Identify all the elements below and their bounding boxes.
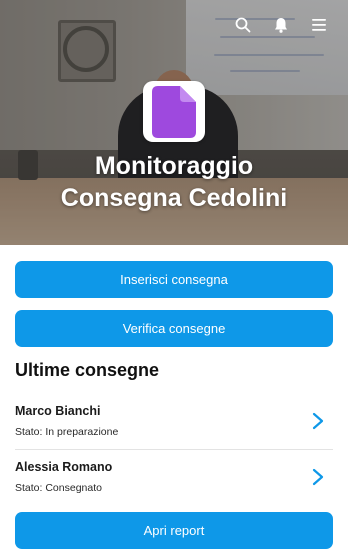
chevron-right-icon: [312, 412, 324, 430]
list-item-status: Stato: Consegnato: [15, 482, 102, 494]
app-logo: [143, 81, 205, 142]
list-item-name: Alessia Romano: [15, 460, 113, 474]
hero-banner: Monitoraggio Consegna Cedolini: [0, 0, 348, 245]
page-title-line1: Monitoraggio: [94, 152, 254, 180]
insert-delivery-button[interactable]: Inserisci consegna: [15, 261, 333, 298]
bell-icon[interactable]: [270, 14, 292, 36]
page-title-line2: Consegna Cedolini: [60, 184, 288, 212]
list-item[interactable]: Marco Bianchi Stato: In preparazione: [15, 400, 333, 452]
document-icon: [152, 85, 196, 138]
list-item-name: Marco Bianchi: [15, 404, 101, 418]
chevron-right-icon: [312, 468, 324, 486]
list-item[interactable]: Alessia Romano Stato: Consegnato: [15, 456, 333, 508]
menu-icon[interactable]: [308, 14, 330, 36]
open-report-button[interactable]: Apri report: [15, 512, 333, 549]
list-divider: [15, 449, 333, 450]
verify-deliveries-button[interactable]: Verifica consegne: [15, 310, 333, 347]
page-title: Monitoraggio Consegna Cedolini: [0, 150, 348, 214]
search-icon[interactable]: [232, 14, 254, 36]
list-item-status: Stato: In preparazione: [15, 426, 119, 438]
recent-deliveries-title: Ultime consegne: [15, 360, 160, 380]
